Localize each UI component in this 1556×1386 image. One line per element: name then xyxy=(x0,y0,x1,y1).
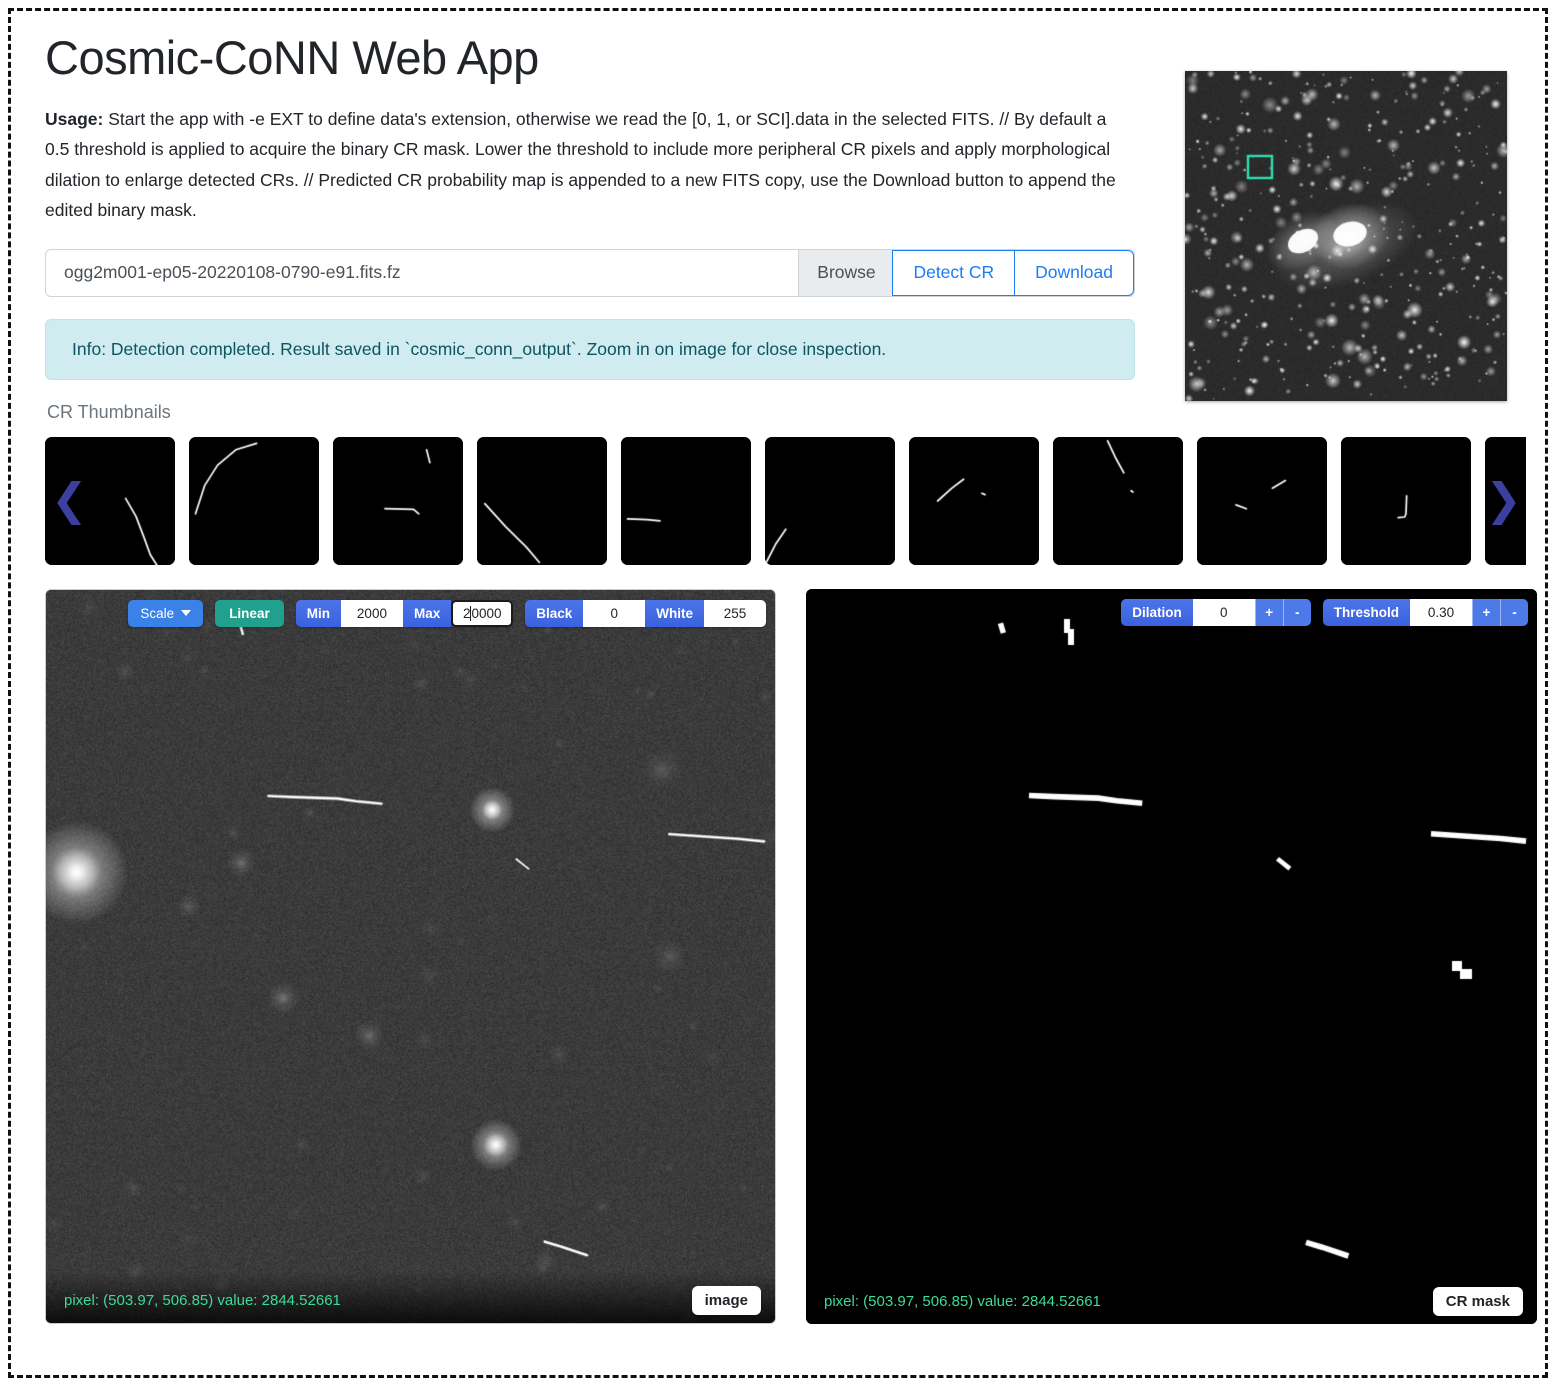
cr-thumbnail[interactable] xyxy=(1197,436,1327,565)
mask-pixel-readout: pixel: (503.97, 506.85) value: 2844.5266… xyxy=(824,1293,1101,1311)
cr-thumbnail[interactable] xyxy=(909,436,1039,565)
chevron-left-icon[interactable]: ❮ xyxy=(51,478,88,522)
image-pixel-readout: pixel: (503.97, 506.85) value: 2844.5266… xyxy=(64,1292,341,1310)
cr-thumbnail[interactable] xyxy=(333,436,463,565)
blackwhite-group: Black 0 White 255 xyxy=(525,599,766,627)
thumbnail-track xyxy=(45,436,1526,565)
file-input-group: ogg2m001-ep05-20220108-0790-e91.fits.fz … xyxy=(45,248,1135,297)
cr-thumbnail-strip: ❮ ❯ xyxy=(45,436,1526,565)
scale-dropdown[interactable]: Scale xyxy=(128,599,204,627)
threshold-group: Threshold 0.30 + - xyxy=(1322,598,1528,626)
threshold-label: Threshold xyxy=(1322,598,1410,626)
max-label: Max xyxy=(402,599,452,627)
cr-thumbnails-label: CR Thumbnails xyxy=(47,401,171,422)
cr-mask-canvas[interactable] xyxy=(806,588,1537,1324)
white-input[interactable]: 255 xyxy=(704,599,766,627)
image-mode-pill[interactable]: image xyxy=(691,1286,761,1316)
download-button[interactable]: Download xyxy=(1014,249,1134,296)
image-status-bar: pixel: (503.97, 506.85) value: 2844.5266… xyxy=(46,1279,775,1323)
usage-text: Start the app with -e EXT to define data… xyxy=(45,109,1116,220)
minmax-group: Min 2000 Max 2 0000 xyxy=(295,599,514,627)
dilation-label: Dilation xyxy=(1121,598,1193,626)
mask-toolbar: Dilation 0 + - Threshold 0.30 + - xyxy=(1121,598,1528,626)
page-title: Cosmic-CoNN Web App xyxy=(45,31,539,84)
cr-thumbnail[interactable] xyxy=(477,436,607,565)
dilation-input[interactable]: 0 xyxy=(1192,598,1255,626)
app-frame: Cosmic-CoNN Web App Usage: Start the app… xyxy=(8,8,1548,1378)
usage-description: Usage: Start the app with -e EXT to defi… xyxy=(45,104,1135,224)
image-viewer-panel[interactable]: Scale Linear Min 2000 Max 2 0000 Black 0 … xyxy=(45,588,776,1324)
threshold-decrease-button[interactable]: - xyxy=(1500,598,1528,626)
usage-label: Usage: xyxy=(45,109,104,130)
info-alert: Info: Detection completed. Result saved … xyxy=(45,318,1135,380)
detect-cr-button[interactable]: Detect CR xyxy=(892,249,1016,296)
scale-label: Scale xyxy=(140,605,175,621)
preview-canvas[interactable] xyxy=(1185,71,1507,401)
dilation-increase-button[interactable]: + xyxy=(1254,598,1283,626)
browse-button[interactable]: Browse xyxy=(798,249,894,296)
mask-status-bar: pixel: (503.97, 506.85) value: 2844.5266… xyxy=(806,1280,1537,1324)
cr-thumbnail[interactable] xyxy=(189,436,319,565)
threshold-increase-button[interactable]: + xyxy=(1472,598,1500,626)
cr-thumbnail[interactable] xyxy=(1341,436,1471,565)
mask-mode-pill[interactable]: CR mask xyxy=(1432,1287,1523,1317)
mask-viewer-panel[interactable]: Dilation 0 + - Threshold 0.30 + - pixel:… xyxy=(806,588,1537,1324)
dilation-decrease-button[interactable]: - xyxy=(1282,598,1311,626)
max-value-head: 2 xyxy=(462,605,471,621)
white-label: White xyxy=(645,599,704,627)
image-toolbar: Scale Linear Min 2000 Max 2 0000 Black 0 … xyxy=(128,599,766,627)
chevron-down-icon xyxy=(181,610,192,617)
chevron-right-icon[interactable]: ❯ xyxy=(1485,478,1522,522)
max-value-tail: 0000 xyxy=(471,605,502,621)
dilation-group: Dilation 0 + - xyxy=(1121,598,1311,626)
min-label: Min xyxy=(295,599,341,627)
cr-thumbnail[interactable] xyxy=(621,436,751,565)
black-input[interactable]: 0 xyxy=(583,599,646,627)
cr-thumbnail[interactable] xyxy=(765,436,895,565)
threshold-input[interactable]: 0.30 xyxy=(1410,598,1472,626)
max-input[interactable]: 2 0000 xyxy=(451,599,514,627)
cr-thumbnail[interactable] xyxy=(1053,436,1183,565)
stretch-mode-button[interactable]: Linear xyxy=(215,599,284,627)
full-frame-preview[interactable] xyxy=(1185,71,1507,401)
min-input[interactable]: 2000 xyxy=(340,599,403,627)
science-image-canvas[interactable] xyxy=(46,589,775,1323)
black-label: Black xyxy=(525,599,584,627)
selected-filename[interactable]: ogg2m001-ep05-20220108-0790-e91.fits.fz xyxy=(46,250,798,296)
